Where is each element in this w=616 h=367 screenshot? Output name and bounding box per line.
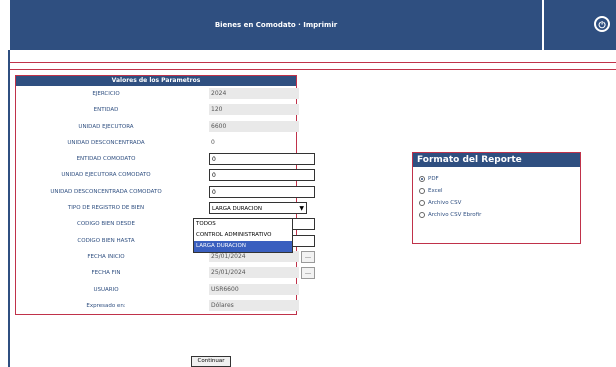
param-label: FECHA INICIO — [87, 253, 125, 260]
param-row-unidad-desconcentrada-comodato: UNIDAD DESCONCENTRADA COMODATO 0 — [16, 184, 315, 200]
param-label: TIPO DE REGISTRO DE BIEN — [67, 205, 145, 212]
param-label: UNIDAD EJECUTORA COMODATO — [61, 172, 151, 179]
usuario-value: USR6600 — [209, 283, 299, 295]
dropdown-option[interactable]: TODOS — [194, 219, 292, 230]
radio-selected-icon[interactable] — [419, 176, 425, 182]
dropdown-option[interactable]: CONTROL ADMINISTRATIVO — [194, 230, 292, 241]
expresado-value: Dólares — [209, 299, 299, 311]
chevron-down-icon[interactable]: ▼ — [299, 203, 304, 215]
format-option-label: PDF — [428, 176, 439, 182]
param-label: UNIDAD EJECUTORA — [78, 123, 134, 130]
param-row-entidad: ENTIDAD 120 — [16, 102, 299, 118]
param-label: USUARIO — [93, 286, 119, 293]
format-option-csv[interactable]: Archivo CSV — [413, 197, 580, 209]
tipo-registro-selected-value: LARGA DURACION — [212, 206, 262, 213]
format-option-csv-ebrofir[interactable]: Archivo CSV Ebrofir — [413, 209, 580, 221]
continue-button[interactable]: Continuar — [191, 356, 231, 367]
param-row-unidad-ejecutora: UNIDAD EJECUTORA 6600 — [16, 119, 299, 135]
report-format-panel: Formato del Reporte PDF Excel Archivo CS… — [412, 152, 581, 244]
left-accent-bar — [8, 50, 10, 367]
param-label: EJERCICIO — [92, 91, 120, 97]
param-row-unidad-ejecutora-comodato: UNIDAD EJECUTORA COMODATO 0 — [16, 167, 315, 183]
top-red-line — [10, 62, 616, 63]
param-label: FECHA FIN — [91, 270, 121, 277]
tipo-registro-select[interactable]: LARGA DURACION ▼ — [209, 202, 307, 215]
param-label: UNIDAD DESCONCENTRADA COMODATO — [50, 188, 162, 195]
format-option-pdf[interactable]: PDF — [413, 173, 580, 185]
header-divider — [542, 0, 544, 50]
format-option-label: Excel — [428, 188, 443, 194]
param-label: CODIGO BIEN HASTA — [77, 237, 135, 244]
tipo-registro-dropdown-list: TODOS CONTROL ADMINISTRATIVO LARGA DURAC… — [193, 218, 293, 253]
param-row-tipo-registro: TIPO DE REGISTRO DE BIEN LARGA DURACION … — [16, 200, 307, 216]
calendar-icon[interactable]: … — [301, 267, 315, 280]
param-row-usuario: USUARIO USR6600 — [16, 282, 299, 298]
param-label: UNIDAD DESCONCENTRADA — [67, 139, 145, 146]
report-format-heading: Formato del Reporte — [413, 153, 580, 167]
entidad-comodato-input[interactable]: 0 — [209, 153, 315, 166]
dropdown-option-selected[interactable]: LARGA DURACION — [194, 241, 292, 252]
header-title[interactable]: Bienes en Comodato · Imprimir — [10, 0, 542, 50]
radio-icon[interactable] — [419, 200, 425, 206]
calendar-icon[interactable]: … — [301, 250, 315, 263]
format-option-label: Archivo CSV Ebrofir — [428, 212, 482, 218]
power-icon[interactable]: ⏻ — [594, 16, 610, 32]
param-value-unidad-desconcentrada: 0 — [211, 138, 215, 146]
param-row-fecha-fin: FECHA FIN 25/01/2024 … — [16, 265, 315, 281]
parameters-panel: Valores de los Parametros EJERCICIO 2024… — [15, 75, 315, 316]
format-option-excel[interactable]: Excel — [413, 185, 580, 197]
param-label: ENTIDAD COMODATO — [76, 156, 136, 163]
param-row-unidad-desconcentrada: UNIDAD DESCONCENTRADA 0 — [16, 135, 296, 151]
format-option-label: Archivo CSV — [428, 200, 462, 206]
param-label: Expresado en: — [86, 302, 126, 309]
param-row-entidad-comodato: ENTIDAD COMODATO 0 — [16, 151, 315, 167]
unidad-desconcentrada-comodato-input[interactable]: 0 — [209, 185, 315, 198]
top-header-bar: Bienes en Comodato · Imprimir ⏻ — [10, 0, 616, 50]
param-label: CODIGO BIEN DESDE — [76, 221, 135, 228]
param-value-entidad: 120 — [209, 104, 299, 116]
radio-icon[interactable] — [419, 188, 425, 194]
param-label: ENTIDAD — [93, 107, 119, 114]
param-row-expresado: Expresado en: Dólares — [16, 298, 299, 314]
param-value-unidad-ejecutora: 6600 — [209, 120, 299, 132]
second-red-line — [10, 69, 616, 70]
radio-icon[interactable] — [419, 212, 425, 218]
unidad-ejecutora-comodato-input[interactable]: 0 — [209, 169, 315, 182]
parameters-heading: Valores de los Parametros — [16, 76, 296, 86]
param-value-ejercicio: 2024 — [209, 88, 299, 99]
fecha-fin-field[interactable]: 25/01/2024 — [209, 267, 299, 279]
param-row-ejercicio: EJERCICIO 2024 — [16, 86, 299, 102]
